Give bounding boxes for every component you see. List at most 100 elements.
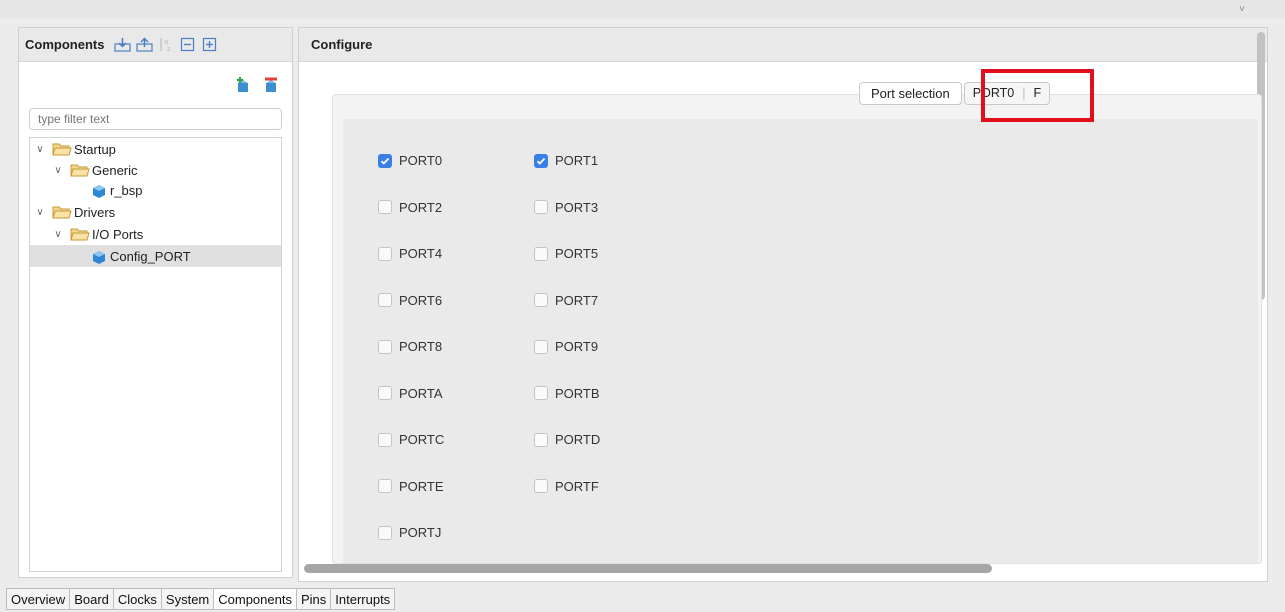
port-label: PORTA [399, 385, 443, 401]
port-label: PORT4 [399, 246, 443, 261]
tree-node-label: Drivers [74, 204, 116, 220]
port-label: PORT5 [555, 246, 599, 261]
bottom-tab-interrupts[interactable]: Interrupts [331, 589, 394, 609]
port-label: PORT8 [399, 339, 443, 354]
port-label: PORTJ [399, 525, 442, 540]
checkbox-unchecked-icon[interactable] [378, 246, 392, 261]
port-label: PORT2 [399, 199, 443, 215]
port-checkbox-port0[interactable]: PORT0 [378, 153, 442, 168]
component-cube-icon [93, 251, 105, 264]
folder-open-icon [70, 164, 90, 177]
port-checkbox-portb[interactable]: PORTB [534, 386, 600, 401]
port-checkbox-portf[interactable]: PORTF [534, 479, 599, 494]
port-label: PORT3 [555, 199, 599, 215]
tree-node-label: Startup [74, 141, 116, 157]
checkbox-unchecked-icon[interactable] [534, 200, 548, 214]
checkbox-unchecked-icon[interactable] [534, 432, 548, 447]
port-grid-area [343, 119, 1258, 563]
checkbox-checked-icon[interactable] [378, 153, 392, 168]
port-checkbox-port8[interactable]: PORT8 [378, 339, 442, 354]
port-checkbox-porte[interactable]: PORTE [378, 479, 444, 494]
folder-open-icon [52, 143, 72, 156]
component-tree: ∨ Startup ∨ Generic r_bsp ∨ Drivers ∨ I/… [29, 137, 282, 572]
component-actions [234, 76, 280, 97]
chevron-down-icon[interactable]: ∨ [52, 165, 64, 176]
checkbox-unchecked-icon[interactable] [378, 479, 392, 493]
tree-node-label: r_bsp [110, 182, 143, 198]
port-label: PORT1 [555, 153, 599, 168]
port-label: PORT7 [555, 292, 599, 308]
port-checkbox-port3[interactable]: PORT3 [534, 200, 598, 215]
checkbox-unchecked-icon[interactable] [534, 339, 548, 354]
port-checkbox-port1[interactable]: PORT1 [534, 153, 598, 168]
bottom-tab-board[interactable]: Board [70, 589, 114, 609]
configure-header: Configure [299, 28, 1267, 62]
tree-node-startup[interactable]: ∨ Startup [34, 138, 116, 160]
tree-node-drivers[interactable]: ∨ Drivers [34, 201, 115, 223]
port-label: PORT6 [399, 292, 443, 308]
bottom-tab-pins[interactable]: Pins [297, 589, 332, 609]
checkbox-unchecked-icon[interactable] [378, 525, 392, 540]
tree-node-label: Config_PORT [110, 248, 191, 264]
port-label: PORTE [399, 478, 444, 494]
top-strip: ˅ [0, 0, 1285, 18]
components-title: Components [25, 37, 105, 52]
port-checkbox-port6[interactable]: PORT6 [378, 293, 442, 308]
components-panel: Components az ∨ Startup [18, 27, 293, 578]
horizontal-scrollbar[interactable] [304, 564, 992, 573]
tree-node-io-ports[interactable]: ∨ I/O Ports [52, 223, 143, 245]
tree-node-config-port[interactable]: Config_PORT [30, 245, 281, 267]
chevron-down-icon[interactable]: ∨ [34, 207, 46, 218]
checkbox-unchecked-icon[interactable] [378, 386, 392, 400]
port-checkbox-portj[interactable]: PORTJ [378, 525, 441, 540]
checkbox-unchecked-icon[interactable] [378, 339, 392, 354]
port-label: PORT9 [555, 339, 599, 354]
import-icon[interactable] [114, 37, 132, 52]
bottom-tab-overview[interactable]: Overview [7, 589, 71, 609]
collapse-all-icon[interactable] [180, 37, 197, 52]
remove-component-icon[interactable] [262, 76, 280, 97]
port-checkbox-port2[interactable]: PORT2 [378, 200, 442, 215]
bottom-tab-system[interactable]: System [162, 589, 215, 609]
bottom-tabbar: Overview Board Clocks System Components Pins I… [6, 588, 396, 610]
checkbox-checked-icon[interactable] [534, 153, 548, 168]
sort-alpha-icon[interactable]: az [158, 37, 175, 52]
port-label: PORTC [399, 432, 445, 447]
chevron-down-icon[interactable]: ∨ [52, 229, 64, 240]
highlight-box [981, 69, 1094, 122]
filter-input[interactable] [29, 108, 282, 130]
svg-text:z: z [167, 45, 171, 52]
port-checkbox-portc[interactable]: PORTC [378, 432, 444, 447]
tree-node-r-bsp[interactable]: r_bsp [90, 179, 143, 201]
port-checkbox-port4[interactable]: PORT4 [378, 246, 442, 261]
expand-all-icon[interactable] [202, 37, 219, 52]
tree-node-label: Generic [92, 162, 138, 178]
checkbox-unchecked-icon[interactable] [378, 200, 392, 214]
configure-title: Configure [311, 37, 373, 52]
port-label: PORTB [555, 385, 600, 401]
checkbox-unchecked-icon[interactable] [534, 386, 548, 400]
chevron-down-icon[interactable]: ∨ [34, 144, 46, 155]
export-icon[interactable] [136, 37, 154, 52]
tree-node-generic[interactable]: ∨ Generic [52, 159, 138, 181]
port-checkbox-porta[interactable]: PORTA [378, 386, 443, 401]
port-label: PORTD [555, 432, 601, 447]
port-checkbox-port7[interactable]: PORT7 [534, 293, 598, 308]
checkbox-unchecked-icon[interactable] [378, 432, 392, 447]
add-component-icon[interactable] [234, 76, 252, 97]
checkbox-unchecked-icon[interactable] [534, 293, 548, 307]
tree-node-label: I/O Ports [92, 226, 144, 242]
bottom-tab-clocks[interactable]: Clocks [114, 589, 162, 609]
bottom-tab-components[interactable]: Components [214, 589, 297, 609]
checkbox-unchecked-icon[interactable] [534, 479, 548, 493]
checkbox-unchecked-icon[interactable] [378, 293, 392, 307]
checkbox-unchecked-icon[interactable] [534, 246, 548, 261]
port-label: PORT0 [399, 153, 443, 168]
components-header: Components az [19, 28, 292, 62]
configure-panel: Configure Port selection PORT0 | F PORT0… [298, 27, 1268, 582]
port-checkbox-port9[interactable]: PORT9 [534, 339, 598, 354]
port-checkbox-port5[interactable]: PORT5 [534, 246, 598, 261]
port-label: PORTF [555, 478, 599, 494]
tab-port-selection[interactable]: Port selection [859, 82, 962, 105]
port-checkbox-portd[interactable]: PORTD [534, 432, 600, 447]
